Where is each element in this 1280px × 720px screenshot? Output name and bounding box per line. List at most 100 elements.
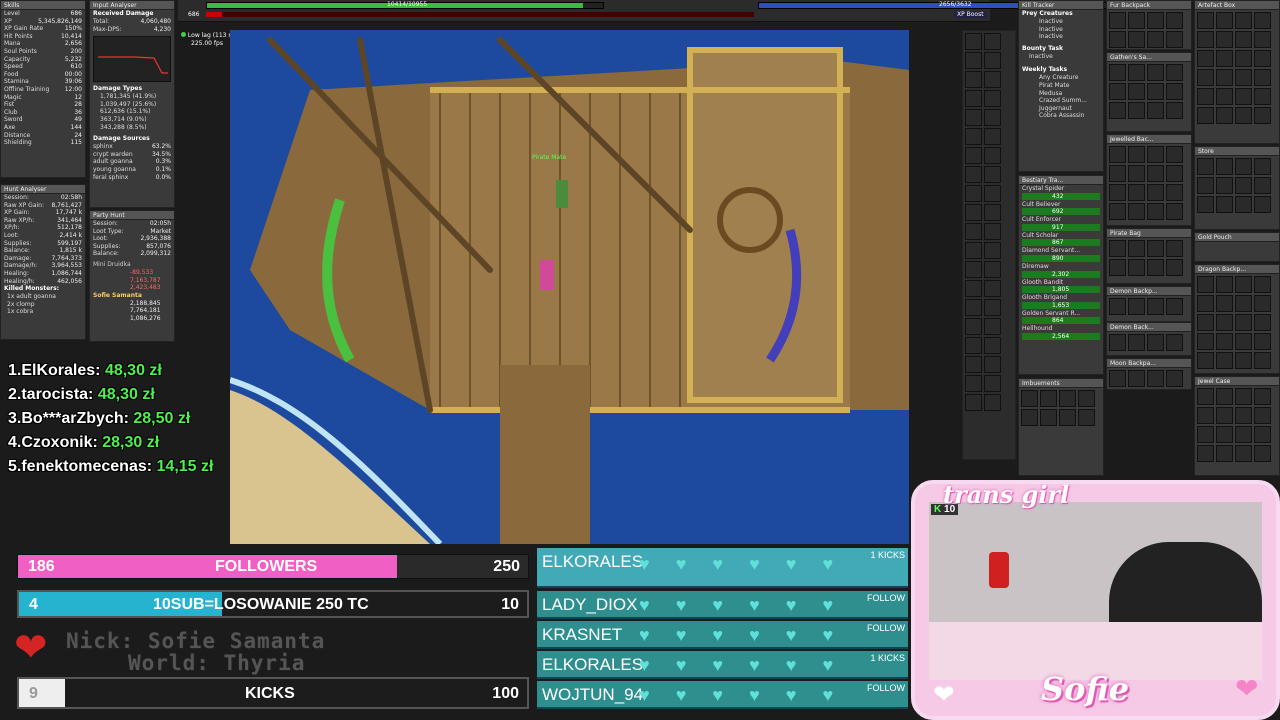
item-slot[interactable]: [1197, 407, 1214, 424]
item-slot[interactable]: [1235, 158, 1252, 175]
item-slot[interactable]: [1109, 83, 1126, 100]
item-slot[interactable]: [1254, 314, 1271, 331]
item-slot[interactable]: [1216, 158, 1233, 175]
equipment-slot[interactable]: [984, 90, 1001, 107]
item-slot[interactable]: [1197, 388, 1214, 405]
item-slot[interactable]: [1147, 184, 1164, 201]
item-slot[interactable]: [1235, 295, 1252, 312]
item-slot[interactable]: [1109, 184, 1126, 201]
bestiary-entry[interactable]: Hellhound 2,564: [1019, 325, 1103, 340]
item-slot[interactable]: [1147, 240, 1164, 257]
equipment-slot[interactable]: [965, 147, 982, 164]
item-slot[interactable]: [1166, 298, 1183, 315]
bestiary-entry[interactable]: Cult Enforcer 917: [1019, 216, 1103, 231]
item-slot[interactable]: [1254, 50, 1271, 67]
game-world-view[interactable]: Pirate Mate: [230, 30, 909, 544]
item-slot[interactable]: [1216, 333, 1233, 350]
bestiary-entry[interactable]: Diremaw 2,302: [1019, 263, 1103, 278]
item-slot[interactable]: [1216, 407, 1233, 424]
item-slot[interactable]: [1166, 31, 1183, 48]
skills-title[interactable]: Skills: [1, 1, 85, 10]
item-slot[interactable]: [1197, 177, 1214, 194]
item-slot[interactable]: [1147, 203, 1164, 220]
equipment-slot[interactable]: [984, 280, 1001, 297]
item-slot[interactable]: [1216, 295, 1233, 312]
party-hunt-title[interactable]: Party Hunt: [90, 211, 174, 220]
container-title[interactable]: Pirate Bag: [1107, 229, 1191, 238]
equipment-slot[interactable]: [965, 394, 982, 411]
item-slot[interactable]: [1216, 107, 1233, 124]
bestiary-entry[interactable]: Crystal Spider 432: [1019, 185, 1103, 200]
equipment-slot[interactable]: [984, 71, 1001, 88]
equipment-slot[interactable]: [965, 337, 982, 354]
container-title[interactable]: Jewel Case: [1195, 377, 1279, 386]
item-slot[interactable]: [1216, 388, 1233, 405]
container-title[interactable]: Gold Pouch: [1195, 233, 1279, 242]
imbuement-slot[interactable]: [1021, 390, 1038, 407]
item-slot[interactable]: [1109, 146, 1126, 163]
item-slot[interactable]: [1166, 64, 1183, 81]
bestiary-entry[interactable]: Golden Servant R... 864: [1019, 310, 1103, 325]
item-slot[interactable]: [1166, 146, 1183, 163]
item-slot[interactable]: [1147, 259, 1164, 276]
container-title[interactable]: Fur Backpack: [1107, 1, 1191, 10]
imbuement-slot[interactable]: [1078, 409, 1095, 426]
item-slot[interactable]: [1254, 426, 1271, 443]
item-slot[interactable]: [1254, 158, 1271, 175]
equipment-slot[interactable]: [965, 299, 982, 316]
equipment-slot[interactable]: [965, 375, 982, 392]
item-slot[interactable]: [1147, 370, 1164, 387]
item-slot[interactable]: [1216, 314, 1233, 331]
item-slot[interactable]: [1166, 203, 1183, 220]
item-slot[interactable]: [1128, 64, 1145, 81]
item-slot[interactable]: [1197, 69, 1214, 86]
item-slot[interactable]: [1197, 88, 1214, 105]
item-slot[interactable]: [1254, 388, 1271, 405]
item-slot[interactable]: [1254, 88, 1271, 105]
item-slot[interactable]: [1109, 12, 1126, 29]
xp-boost-label[interactable]: XP Boost: [954, 11, 987, 18]
container-title[interactable]: Dragon Backp...: [1195, 265, 1279, 274]
imbuement-slot[interactable]: [1078, 390, 1095, 407]
bestiary-entry[interactable]: Cult Believer 692: [1019, 201, 1103, 216]
item-slot[interactable]: [1109, 31, 1126, 48]
item-slot[interactable]: [1147, 102, 1164, 119]
item-slot[interactable]: [1254, 276, 1271, 293]
item-slot[interactable]: [1254, 352, 1271, 369]
item-slot[interactable]: [1235, 407, 1252, 424]
bestiary-entry[interactable]: Glooth Bandit 1,805: [1019, 279, 1103, 294]
item-slot[interactable]: [1109, 102, 1126, 119]
equipment-slot[interactable]: [965, 261, 982, 278]
item-slot[interactable]: [1109, 203, 1126, 220]
imbuement-slot[interactable]: [1040, 390, 1057, 407]
equipment-slot[interactable]: [965, 90, 982, 107]
item-slot[interactable]: [1166, 102, 1183, 119]
item-slot[interactable]: [1147, 64, 1164, 81]
item-slot[interactable]: [1216, 69, 1233, 86]
bestiary-entry[interactable]: Glooth Brigand 1,653: [1019, 294, 1103, 309]
container-title[interactable]: Store: [1195, 147, 1279, 156]
item-slot[interactable]: [1109, 240, 1126, 257]
item-slot[interactable]: [1216, 12, 1233, 29]
item-slot[interactable]: [1147, 12, 1164, 29]
equipment-slot[interactable]: [984, 261, 1001, 278]
item-slot[interactable]: [1254, 295, 1271, 312]
item-slot[interactable]: [1128, 102, 1145, 119]
imbuement-slot[interactable]: [1021, 409, 1038, 426]
equipment-slot[interactable]: [965, 109, 982, 126]
item-slot[interactable]: [1147, 298, 1164, 315]
item-slot[interactable]: [1128, 334, 1145, 351]
equipment-slot[interactable]: [965, 166, 982, 183]
item-slot[interactable]: [1147, 165, 1164, 182]
item-slot[interactable]: [1254, 196, 1271, 213]
bestiary-title[interactable]: Bestiary Tra...: [1019, 176, 1103, 185]
item-slot[interactable]: [1166, 12, 1183, 29]
item-slot[interactable]: [1109, 298, 1126, 315]
input-analyser-title[interactable]: Input Analyser: [90, 1, 174, 10]
item-slot[interactable]: [1254, 107, 1271, 124]
item-slot[interactable]: [1254, 445, 1271, 462]
container-title[interactable]: Artefact Box: [1195, 1, 1279, 10]
item-slot[interactable]: [1147, 31, 1164, 48]
item-slot[interactable]: [1235, 177, 1252, 194]
item-slot[interactable]: [1216, 177, 1233, 194]
